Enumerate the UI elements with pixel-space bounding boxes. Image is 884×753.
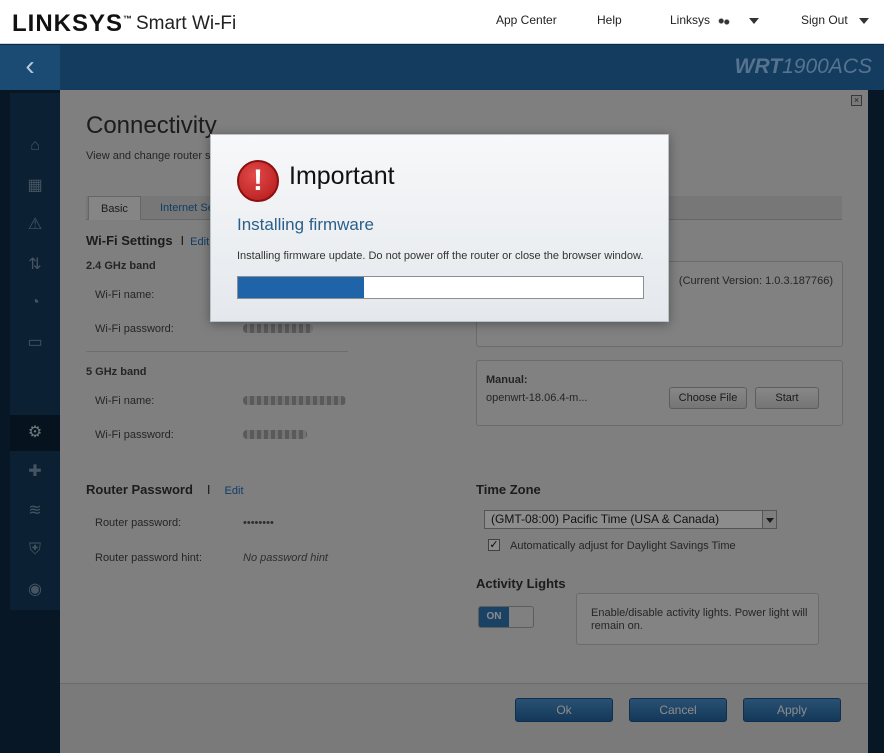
dialog-title: Important (289, 162, 395, 190)
top-header: LINKSYS™ Smart Wi-Fi App Center Help Lin… (0, 0, 884, 44)
chevron-down-icon (859, 17, 870, 24)
user-menu[interactable]: Linksys (670, 13, 759, 27)
product-name: Smart Wi-Fi (136, 13, 237, 34)
back-arrow-icon: ‹ (25, 50, 35, 81)
dialog-message: Installing firmware update. Do not power… (237, 250, 644, 262)
model-suffix: 1900ACS (782, 55, 872, 78)
brand-trademark: ™ (123, 14, 134, 24)
sign-out-menu[interactable]: Sign Out (801, 13, 870, 27)
firmware-progress-bar (237, 276, 644, 299)
linksys-logo: LINKSYS™ (12, 10, 133, 38)
progress-fill (238, 277, 364, 298)
brand-text: LINKSYS (12, 10, 124, 37)
model-prefix: WRT (734, 55, 783, 78)
back-button[interactable]: ‹ (0, 45, 60, 90)
user-name: Linksys (670, 13, 711, 27)
dialog-subtitle: Installing firmware (237, 215, 374, 234)
user-icon (717, 15, 732, 26)
app-center-link[interactable]: App Center (496, 13, 557, 27)
model-name: WRT1900ACS (735, 55, 872, 79)
help-link[interactable]: Help (597, 13, 622, 27)
chevron-down-icon (748, 17, 759, 24)
sign-out-label: Sign Out (801, 13, 848, 27)
important-dialog: ! Important Installing firmware Installi… (210, 134, 669, 322)
alert-icon: ! (237, 160, 279, 202)
sub-header: ‹ WRT1900ACS (0, 45, 884, 90)
